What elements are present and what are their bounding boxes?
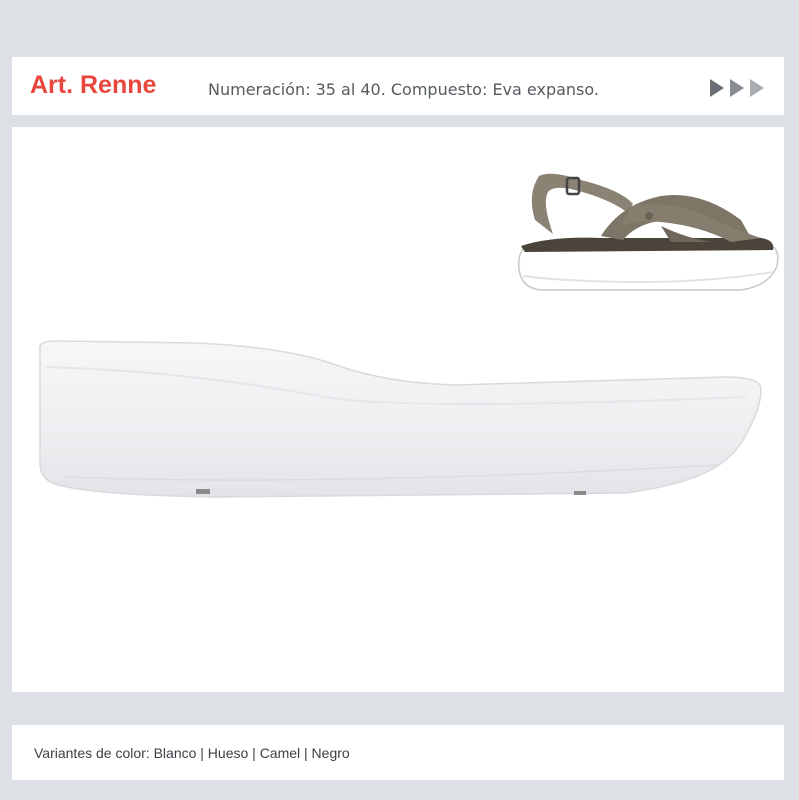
sandal-thumbnail: [518, 173, 779, 291]
next-arrows[interactable]: [710, 79, 764, 97]
header-bar: Art. Renne Numeración: 35 al 40. Compues…: [12, 57, 784, 115]
product-panel: [12, 127, 784, 692]
color-variants: Variantes de color: Blanco | Hueso | Cam…: [34, 745, 350, 761]
play-arrow-icon[interactable]: [750, 79, 764, 97]
play-arrow-icon[interactable]: [710, 79, 724, 97]
article-spec: Numeración: 35 al 40. Compuesto: Eva exp…: [208, 80, 599, 99]
article-title: Art. Renne: [30, 71, 157, 99]
play-arrow-icon[interactable]: [730, 79, 744, 97]
sole-image: [39, 340, 762, 498]
footer-bar: Variantes de color: Blanco | Hueso | Cam…: [12, 725, 784, 780]
